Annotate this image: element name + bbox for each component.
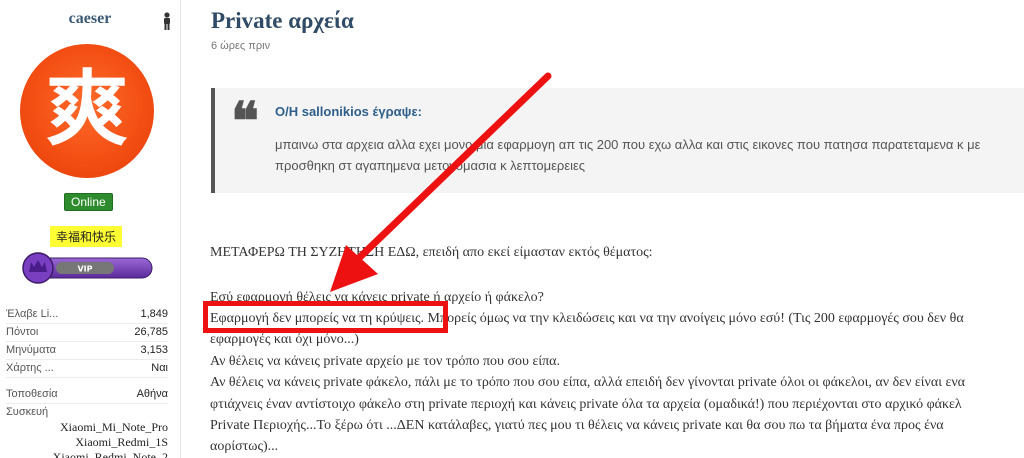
location-value: Αθήνα xyxy=(136,388,168,400)
quote-author-link[interactable]: Ο/Η sallonikios έγραψε: xyxy=(275,104,422,119)
post-timestamp[interactable]: 6 ώρες πριν xyxy=(211,40,270,52)
quote-line: προσθηκη στ αγαπημενα μετονομασια κ λεπτ… xyxy=(275,158,586,173)
user-sidebar: caeser 爽 Online 幸福和快乐 VIP Έλαβε Li... 1,… xyxy=(0,0,181,458)
stat-row: Χάρτης ... Ναι xyxy=(6,360,168,378)
person-icon[interactable] xyxy=(162,12,172,30)
avatar[interactable]: 爽 xyxy=(20,44,154,178)
post-line: εφαρμογές και όχι μόνο...) xyxy=(210,332,359,347)
username-link[interactable]: caeser xyxy=(0,10,180,28)
quote-line: μπαινω στα αρχεια αλλα εχει μονο μια εφα… xyxy=(275,137,981,152)
location-label: Τοποθεσία xyxy=(6,388,58,400)
stat-row: Έλαβε Li... 1,849 xyxy=(6,306,168,324)
device-label: Συσκευή xyxy=(6,406,49,418)
annotation-highlight-box xyxy=(203,301,448,333)
stat-value: 1,849 xyxy=(140,308,168,320)
quote-icon: ❝ xyxy=(231,91,259,152)
user-motto: 幸福和快乐 xyxy=(50,226,123,247)
post-line: ΜΕΤΑΦΕΡΩ ΤΗ ΣΥΖΗΤΗΣΗ ΕΔΩ, επειδή απο εκε… xyxy=(210,245,653,260)
online-status-badge: Online xyxy=(64,193,113,211)
post-title[interactable]: Private αρχεία xyxy=(211,8,354,34)
stat-value: Ναι xyxy=(151,362,168,374)
stat-label: Μηνύματα xyxy=(6,344,57,356)
device-item: Xiaomi_Mi_Note_Pro xyxy=(60,420,168,434)
post-line: φτιάχνεις έναν αντίστοιχο φάκελο στη pri… xyxy=(210,397,962,412)
quote-block: ❝ Ο/Η sallonikios έγραψε: μπαινω στα αρχ… xyxy=(211,88,1024,193)
device-item: Xiaomi_Redmi_Note_2 xyxy=(52,450,168,458)
stat-label: Χάρτης ... xyxy=(6,362,54,374)
quote-text: μπαινω στα αρχεια αλλα εχει μονο μια εφα… xyxy=(275,134,1024,176)
post-line: Αν θέλεις να κάνεις private αρχείο με το… xyxy=(210,354,561,369)
stat-value: 3,153 xyxy=(140,344,168,356)
stat-value: 26,785 xyxy=(134,326,168,338)
stat-row: Μηνύματα 3,153 xyxy=(6,342,168,360)
avatar-glyph: 爽 xyxy=(45,61,128,157)
device-item: Xiaomi_Redmi_1S xyxy=(75,435,168,449)
stat-label: Έλαβε Li... xyxy=(6,308,59,320)
vip-label: VIP xyxy=(77,265,92,274)
post-line: Private Περιοχής...Το ξέρω ότι ...ΔΕΝ κα… xyxy=(210,418,944,433)
stat-label: Πόντοι xyxy=(6,326,39,338)
post-line: Αν θέλεις να κάνεις private φάκελο, πάλι… xyxy=(210,375,966,390)
stat-row: Πόντοι 26,785 xyxy=(6,324,168,342)
post-line: αορίστως)... xyxy=(210,439,279,454)
user-stats: Έλαβε Li... 1,849 Πόντοι 26,785 Μηνύματα… xyxy=(6,306,168,458)
forum-post-page: caeser 爽 Online 幸福和快乐 VIP Έλαβε Li... 1,… xyxy=(0,0,1024,458)
location-row: Τοποθεσία Αθήνα xyxy=(6,386,168,404)
post-content: Private αρχεία 6 ώρες πριν ❝ Ο/Η salloni… xyxy=(180,0,1024,458)
vip-badge-icon: VIP xyxy=(22,252,153,284)
